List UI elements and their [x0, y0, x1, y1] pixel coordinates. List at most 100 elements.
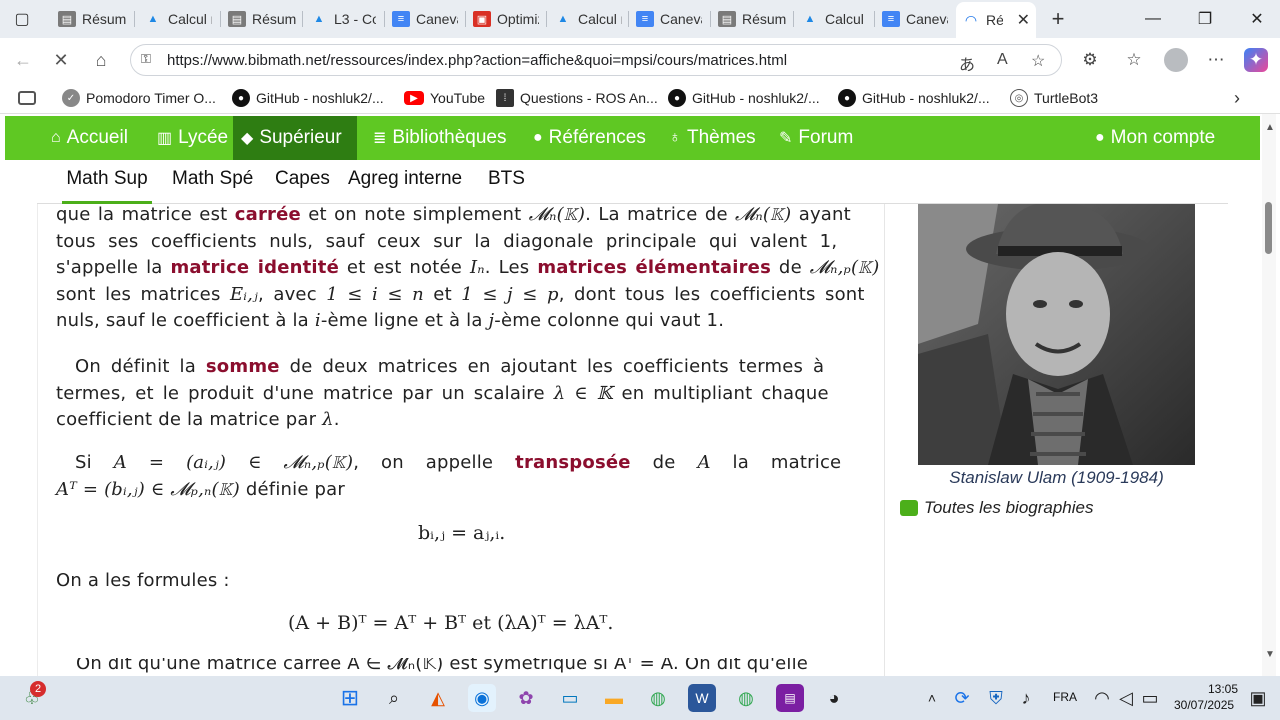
language-indicator[interactable]: FRA	[1053, 690, 1077, 704]
nav-label: Accueil	[66, 127, 128, 148]
bookmark-github-3[interactable]: ● GitHub - noshluk2/...	[838, 88, 990, 108]
obs-icon[interactable]: ◕	[820, 684, 848, 712]
nav-themes[interactable]: ♁ Thèmes	[661, 116, 764, 160]
security-icon[interactable]: ⛨	[982, 684, 1010, 712]
read-aloud-icon[interactable]: A	[997, 51, 1008, 69]
new-tab-button[interactable]: +	[1045, 6, 1071, 32]
paragraph-formulas: On a les formules :	[56, 570, 230, 591]
clock-time[interactable]: 13:05	[1208, 682, 1238, 696]
tab-optimiz[interactable]: ▣ Optimiz	[467, 4, 545, 34]
paragraph-identity: que la matrice est carrée et on note sim…	[56, 202, 879, 335]
tray-chevron-icon[interactable]: ˄	[918, 684, 946, 712]
site-sub-nav: Math Sup Math Spé Capes Agreg interne BT…	[37, 160, 1228, 204]
bookmark-github-2[interactable]: ● GitHub - noshluk2/...	[668, 88, 820, 108]
chrome-profile-icon[interactable]: ◍	[732, 684, 760, 712]
copilot-app-icon[interactable]: ✿	[512, 684, 540, 712]
address-bar[interactable]: ⚿ https://www.bibmath.net/ressources/ind…	[130, 44, 1062, 76]
word-icon[interactable]: W	[688, 684, 716, 712]
tab-caneva-3[interactable]: ≡ Caneva	[876, 4, 954, 34]
scroll-down-icon[interactable]: ▼	[1265, 649, 1275, 660]
restore-icon[interactable]: ❐	[1190, 6, 1220, 32]
minimize-icon[interactable]: —	[1138, 6, 1168, 32]
bookmark-turtlebot[interactable]: ◎ TurtleBot3	[1010, 88, 1098, 108]
tab-label: Ré	[986, 12, 1003, 28]
file-explorer-icon[interactable]: ▬	[600, 684, 628, 712]
url-text[interactable]: https://www.bibmath.net/ressources/index…	[167, 52, 787, 69]
pdf-app-icon[interactable]: ▤	[776, 684, 804, 712]
matlab-icon[interactable]: ◭	[424, 684, 452, 712]
tab-calcul-3[interactable]: ▲ Calcul m	[795, 4, 873, 34]
keyword: somme	[205, 356, 280, 377]
stop-icon[interactable]: ✕	[46, 46, 76, 74]
nav-label: Thèmes	[687, 127, 756, 148]
bookmark-ros[interactable]: ⁞ Questions - ROS An...	[496, 88, 658, 108]
nav-references[interactable]: ● Références	[525, 116, 654, 160]
tab-resume-1[interactable]: ▤ Résumé	[52, 4, 132, 34]
microphone-icon[interactable]: ♪	[1012, 684, 1040, 712]
math: 1 ≤ j ≤ p	[461, 283, 559, 305]
tab-l3[interactable]: ▲ L3 - Co	[304, 4, 382, 34]
drive-icon: ▲	[804, 13, 816, 25]
close-window-icon[interactable]: ✕	[1242, 6, 1272, 32]
nav-accueil[interactable]: ⌂ Accueil	[43, 116, 136, 160]
back-icon[interactable]: ←	[8, 46, 38, 74]
home-icon[interactable]: ⌂	[86, 46, 116, 74]
site-info-icon[interactable]: ⚿	[141, 51, 159, 69]
edge-icon[interactable]: ◉	[468, 684, 496, 712]
document-icon: ▤	[718, 11, 736, 27]
biographies-link[interactable]: Toutes les biographies	[900, 498, 1094, 518]
tab-active[interactable]: ◠ Ré ✕	[956, 2, 1036, 38]
column-divider	[884, 204, 885, 676]
tab-calcul-1[interactable]: ▲ Calcul m	[138, 4, 218, 34]
notification-badge: 2	[30, 681, 46, 697]
scrollbar-thumb[interactable]	[1265, 202, 1272, 254]
more-menu-icon[interactable]: ⋯	[1204, 48, 1228, 72]
clock-date[interactable]: 30/07/2025	[1174, 698, 1234, 712]
nav-superieur[interactable]: ◆ Supérieur	[233, 116, 357, 160]
remote-desktop-icon[interactable]: ▭	[556, 684, 584, 712]
subnav-bts[interactable]: BTS	[488, 160, 525, 204]
book-icon: ▥	[157, 130, 173, 147]
subnav-capes[interactable]: Capes	[275, 160, 330, 204]
subnav-math-sup[interactable]: Math Sup	[62, 160, 152, 204]
chevron-right-icon[interactable]: ›	[1234, 88, 1240, 109]
tab-calcul-2[interactable]: ▲ Calcul m	[548, 4, 628, 34]
tab-separator	[628, 11, 629, 27]
scrollbar[interactable]	[1262, 114, 1276, 676]
keyword: transposée	[515, 452, 631, 473]
subnav-math-spe[interactable]: Math Spé	[172, 160, 253, 204]
chrome-icon[interactable]: ◍	[644, 684, 672, 712]
nav-account[interactable]: ● Mon compte	[1087, 116, 1223, 160]
browser-window: ▢ ▤ Résumé ▲ Calcul m ▤ Résumé ▲ L3 - Co…	[0, 0, 1280, 676]
tab-resume-2[interactable]: ▤ Résumé	[222, 4, 302, 34]
battery-icon[interactable]: ▭	[1136, 684, 1164, 712]
bookmark-github-1[interactable]: ● GitHub - noshluk2/...	[232, 88, 384, 108]
nav-lycee[interactable]: ▥ Lycée	[149, 116, 236, 160]
math: A = (aᵢ,ⱼ) ∈ 𝓜ₙ,ₚ(𝕂)	[113, 452, 354, 473]
favorite-star-icon[interactable]: ☆	[1031, 51, 1045, 71]
translate-icon[interactable]: あ	[959, 51, 975, 75]
bookmark-youtube[interactable]: ▶ YouTube	[404, 88, 485, 108]
windows-start-icon[interactable]: ⊞	[336, 684, 364, 712]
bookmark-pomodoro[interactable]: ✓ Pomodoro Timer O...	[62, 88, 216, 108]
copilot-icon[interactable]: ✦	[1244, 48, 1268, 72]
close-tab-icon[interactable]: ✕	[1017, 10, 1030, 30]
tab-caneva-2[interactable]: ≡ Caneva	[630, 4, 708, 34]
subnav-agreg-interne[interactable]: Agreg interne	[348, 160, 462, 204]
profile-avatar[interactable]	[1164, 48, 1188, 72]
tab-actions-icon[interactable]: ▢	[8, 6, 36, 32]
text-line: Aᵀ = (bᵢ,ⱼ) ∈ 𝓜ₚ,ₙ(𝕂) définie par	[56, 478, 346, 500]
tab-caneva-1[interactable]: ≡ Caneva	[386, 4, 464, 34]
nav-bibliotheques[interactable]: ≣ Bibliothèques	[365, 116, 515, 160]
extensions-icon[interactable]: ⚙	[1078, 48, 1102, 72]
graduation-cap-icon: ◆	[241, 130, 254, 147]
sync-icon[interactable]: ⟳	[948, 684, 976, 712]
content-left-border	[37, 204, 38, 676]
search-icon[interactable]: ⌕	[380, 684, 408, 712]
nav-forum[interactable]: ✎ Forum	[771, 116, 861, 160]
scroll-up-icon[interactable]: ▲	[1265, 122, 1275, 133]
notifications-icon[interactable]: ▣	[1244, 684, 1272, 712]
favorites-icon[interactable]: ☆	[1122, 48, 1146, 72]
tab-resume-3[interactable]: ▤ Résumé	[712, 4, 792, 34]
sidebar-toggle-icon[interactable]	[18, 91, 36, 105]
